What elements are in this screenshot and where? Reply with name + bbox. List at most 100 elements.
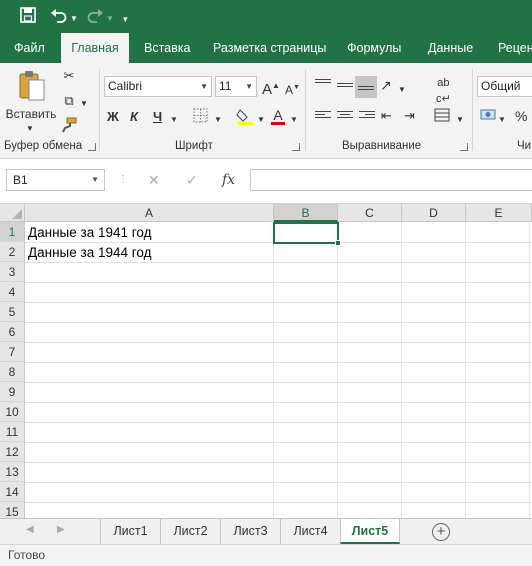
tab-insert[interactable]: Вставка [144, 33, 190, 63]
column-gridline [529, 222, 530, 518]
undo-icon[interactable] [50, 7, 68, 28]
row-header[interactable]: 15 [0, 502, 25, 518]
select-all-button[interactable] [0, 204, 25, 222]
copy-icon[interactable]: ⧉ [60, 93, 78, 109]
save-icon[interactable] [20, 7, 36, 28]
paste-button-label[interactable]: Вставить [4, 106, 58, 122]
row-header[interactable]: 5 [0, 302, 25, 322]
fill-color-dropdown-icon[interactable]: ▼ [257, 112, 265, 128]
row-header[interactable]: 13 [0, 462, 25, 482]
orientation-icon[interactable]: ↗ [380, 77, 392, 93]
orientation-dropdown-icon[interactable]: ▼ [398, 82, 406, 98]
paste-dropdown-icon[interactable]: ▼ [26, 121, 34, 137]
paste-icon[interactable] [17, 69, 47, 103]
row-header[interactable]: 9 [0, 382, 25, 402]
row-gridline [25, 342, 532, 343]
row-header[interactable]: 3 [0, 262, 25, 282]
scroll-right-icon[interactable]: ▶ [57, 524, 65, 535]
row-header[interactable]: 7 [0, 342, 25, 362]
undo-dropdown-icon[interactable]: ▼ [70, 10, 78, 28]
font-launcher-icon[interactable] [292, 143, 300, 151]
underline-dropdown-icon[interactable]: ▼ [170, 112, 178, 128]
row-header[interactable]: 10 [0, 402, 25, 422]
align-right-icon[interactable] [359, 111, 375, 123]
column-header-a[interactable]: A [25, 204, 274, 222]
sheet-tab-5[interactable]: Лист5 [340, 519, 400, 544]
align-bottom-button[interactable] [355, 76, 377, 98]
borders-dropdown-icon[interactable]: ▼ [214, 112, 222, 128]
grow-font-button[interactable]: A▲ [262, 78, 280, 98]
tab-data[interactable]: Данные [428, 33, 473, 63]
customize-quick-access-icon[interactable]: ▾ [123, 10, 128, 28]
decrease-indent-icon[interactable]: ⇤ [381, 108, 392, 124]
align-center-icon[interactable] [337, 111, 353, 123]
fill-handle[interactable] [335, 240, 341, 246]
font-color-icon[interactable]: A [271, 107, 285, 125]
merge-center-icon[interactable] [434, 108, 450, 126]
name-box[interactable]: B1 ▼ [6, 169, 105, 191]
shrink-font-button[interactable]: A▼ [285, 80, 300, 98]
align-left-icon[interactable] [315, 111, 331, 123]
copy-dropdown-icon[interactable]: ▼ [80, 96, 88, 112]
row-header[interactable]: 12 [0, 442, 25, 462]
number-format-combo[interactable]: Общий [477, 76, 532, 97]
row-header[interactable]: 2 [0, 242, 25, 262]
sheet-tab-4[interactable]: Лист4 [280, 519, 340, 544]
alignment-group-label: Выравнивание [342, 140, 422, 152]
column-header-e[interactable]: E [466, 204, 532, 222]
format-painter-icon[interactable] [60, 117, 78, 137]
row-header[interactable]: 6 [0, 322, 25, 342]
cell-a2[interactable]: Данные за 1944 год [28, 242, 151, 262]
formula-input[interactable] [250, 169, 532, 191]
row-header[interactable]: 1 [0, 222, 25, 242]
sheet-tab-2[interactable]: Лист2 [160, 519, 220, 544]
row-header[interactable]: 11 [0, 422, 25, 442]
row-gridline [25, 402, 532, 403]
column-gridline [465, 222, 466, 518]
add-sheet-icon[interactable]: + [432, 523, 450, 541]
sheet-tab-3[interactable]: Лист3 [220, 519, 280, 544]
merge-dropdown-icon[interactable]: ▼ [456, 112, 464, 128]
alignment-launcher-icon[interactable] [460, 143, 468, 151]
cut-icon[interactable]: ✂ [60, 68, 78, 84]
redo-dropdown-icon[interactable]: ▼ [106, 10, 114, 28]
tab-formulas[interactable]: Формулы [347, 33, 401, 63]
font-size-combo[interactable]: 11 ▼ [215, 76, 257, 97]
italic-button[interactable]: К [130, 109, 138, 125]
scroll-left-icon[interactable]: ◀ [26, 524, 34, 535]
column-header-d[interactable]: D [402, 204, 466, 222]
bold-button[interactable]: Ж [107, 109, 119, 125]
tab-file[interactable]: Файл [14, 33, 45, 63]
number-group-label: Чи [517, 140, 532, 152]
tab-review[interactable]: Рецен [498, 33, 532, 63]
active-cell-b1[interactable] [273, 222, 339, 244]
borders-icon[interactable] [193, 108, 208, 127]
row-header[interactable]: 8 [0, 362, 25, 382]
align-top-icon[interactable] [315, 79, 331, 91]
redo-icon[interactable] [86, 7, 104, 28]
currency-dropdown-icon[interactable]: ▼ [498, 112, 506, 128]
increase-indent-icon[interactable]: ⇥ [404, 108, 415, 124]
column-header-c[interactable]: C [338, 204, 402, 222]
currency-format-icon[interactable] [480, 107, 496, 127]
percent-format-icon[interactable]: % [515, 108, 527, 124]
cell-a1[interactable]: Данные за 1941 год [28, 222, 151, 242]
align-middle-icon[interactable] [337, 83, 353, 95]
splitter-icon[interactable]: ⋮ [118, 174, 128, 185]
font-name-combo[interactable]: Calibri ▼ [104, 76, 212, 97]
tab-page-layout[interactable]: Разметка страницы [213, 33, 326, 63]
column-header-b[interactable]: B [274, 204, 338, 222]
fill-color-icon[interactable] [236, 107, 254, 129]
enter-icon[interactable]: ✓ [186, 169, 198, 191]
clipboard-launcher-icon[interactable] [88, 143, 96, 151]
insert-function-icon[interactable]: fx [222, 169, 235, 191]
formula-bar: B1 ▼ ⋮ ✕ ✓ fx [0, 160, 532, 204]
font-color-dropdown-icon[interactable]: ▼ [290, 112, 298, 128]
underline-button[interactable]: Ч [153, 109, 162, 125]
wrap-text-icon[interactable]: ab c↵ [436, 75, 451, 107]
cancel-icon[interactable]: ✕ [148, 169, 160, 191]
row-header[interactable]: 4 [0, 282, 25, 302]
row-header[interactable]: 14 [0, 482, 25, 502]
tab-home[interactable]: Главная [61, 33, 129, 64]
sheet-tab-1[interactable]: Лист1 [100, 519, 160, 544]
